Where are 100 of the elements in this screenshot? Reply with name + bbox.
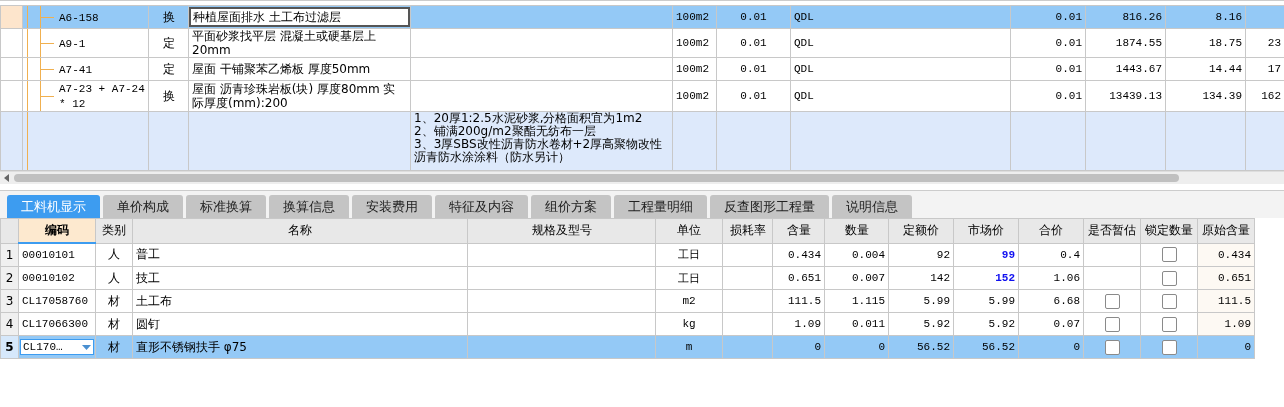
column-header[interactable]: 单位 [655,218,723,243]
lock-checkbox[interactable] [1161,339,1177,355]
name-edit-field[interactable]: 种植屋面排水 土工布过滤层 [189,7,410,27]
market-price: 152 [995,272,1015,284]
item-unit: 100m2 [672,80,717,112]
item-source: QDL [790,57,1011,81]
item-value: 0.01 [1010,57,1086,81]
tab[interactable]: 组价方案 [531,195,611,218]
quantity-value: 0.011 [824,312,889,336]
lock-checkbox[interactable] [1161,293,1177,309]
lock-checkbox[interactable] [1161,270,1177,286]
total-price: 0.07 [1018,312,1084,336]
tab[interactable]: 安装费用 [352,195,432,218]
caret-icon[interactable] [82,344,91,350]
column-header[interactable]: 数量 [824,218,889,243]
left-arrow-icon[interactable] [3,174,11,182]
material-type: 材 [95,289,133,313]
item-code: A6-158 [59,11,99,24]
item-unit: 100m2 [672,57,717,81]
column-header[interactable]: 合价 [1018,218,1084,243]
material-name: 圆钉 [132,312,468,336]
column-header[interactable]: 锁定数量 [1140,218,1198,243]
item-price: 1874.55 [1085,28,1166,58]
feature-line: 2、铺满200g/m2聚酯无纺布一层 [414,125,596,138]
column-header[interactable]: 规格及型号 [467,218,656,243]
item-quantity: 0.01 [716,57,791,81]
row-number: 4 [0,312,19,336]
material-unit: m2 [655,289,723,313]
content-value: 0.651 [772,266,825,290]
material-name: 直形不锈钢扶手 φ75 [132,335,468,359]
item-value: 0.01 [1010,5,1086,29]
material-type: 材 [95,312,133,336]
tab[interactable]: 工程量明细 [614,195,707,218]
horizontal-scrollbar[interactable] [0,171,1284,184]
material-type: 人 [95,266,133,290]
content-value: 1.09 [772,312,825,336]
row-number: 3 [0,289,19,313]
tab[interactable]: 说明信息 [832,195,912,218]
content-value: 0.434 [772,243,825,267]
material-unit: kg [655,312,723,336]
column-header[interactable]: 定额价 [888,218,954,243]
column-header[interactable]: 含量 [772,218,825,243]
item-unit: 100m2 [672,28,717,58]
column-header[interactable]: 损耗率 [722,218,773,243]
quota-price: 5.92 [888,312,954,336]
quota-price: 92 [888,243,954,267]
total-price: 1.06 [1018,266,1084,290]
item-total: 18.75 [1165,28,1246,58]
item-code: A7-23 + A7-24 * 12 [59,83,145,110]
market-price: 56.52 [982,341,1015,353]
item-type: 定 [148,57,189,81]
feature-line: 3、3厚SBS改性沥青防水卷材+2厚高聚物改性沥青防水涂涂料（防水另计） [414,138,664,164]
total-price: 6.68 [1018,289,1084,313]
estimate-checkbox[interactable] [1104,293,1120,309]
item-name: 平面砂浆找平层 混凝土或硬基层上20mm [192,29,376,57]
row-number: 2 [0,266,19,290]
item-value: 0.01 [1010,28,1086,58]
column-header[interactable]: 编码 [18,218,96,243]
tab[interactable]: 单价构成 [103,195,183,218]
quota-price: 5.99 [888,289,954,313]
tab[interactable]: 特征及内容 [435,195,528,218]
item-type: 换 [148,5,189,29]
content-value: 111.5 [772,289,825,313]
item-quantity: 0.01 [716,80,791,112]
item-source: QDL [790,28,1011,58]
market-price: 99 [1001,248,1015,261]
column-header[interactable]: 名称 [132,218,468,243]
item-total: 14.44 [1165,57,1246,81]
row-number: 1 [0,243,19,267]
tab[interactable]: 标准换算 [186,195,266,218]
item-quantity: 0.01 [716,5,791,29]
item-quantity: 0.01 [716,28,791,58]
column-header[interactable]: 原始含量 [1197,218,1255,243]
lock-checkbox[interactable] [1161,316,1177,332]
item-code: A7-41 [59,63,92,76]
item-price: 13439.13 [1085,80,1166,112]
column-header[interactable]: 类别 [95,218,133,243]
material-type: 人 [95,243,133,267]
material-code: 00010101 [18,243,96,267]
code-dropdown[interactable]: CL170… [20,339,94,355]
material-code: 00010102 [18,266,96,290]
column-header[interactable]: 市场价 [953,218,1019,243]
material-code: CL17066300 [18,312,96,336]
tab[interactable]: 换算信息 [269,195,349,218]
item-code: A9-1 [59,37,86,50]
material-code: CL17058760 [18,289,96,313]
estimate-checkbox[interactable] [1104,339,1120,355]
column-header[interactable]: 是否暂估 [1083,218,1141,243]
total-price: 0.4 [1018,243,1084,267]
quantity-value: 1.115 [824,289,889,313]
item-name: 屋面 干铺聚苯乙烯板 厚度50mm [192,62,371,76]
material-name: 土工布 [132,289,468,313]
estimate-checkbox[interactable] [1104,316,1120,332]
item-unit: 100m2 [672,5,717,29]
market-price: 5.92 [988,318,1015,330]
material-unit: 工日 [655,243,723,267]
item-total: 8.16 [1165,5,1246,29]
tab[interactable]: 反查图形工程量 [710,195,829,218]
material-name: 技工 [132,266,468,290]
lock-checkbox[interactable] [1161,247,1177,263]
